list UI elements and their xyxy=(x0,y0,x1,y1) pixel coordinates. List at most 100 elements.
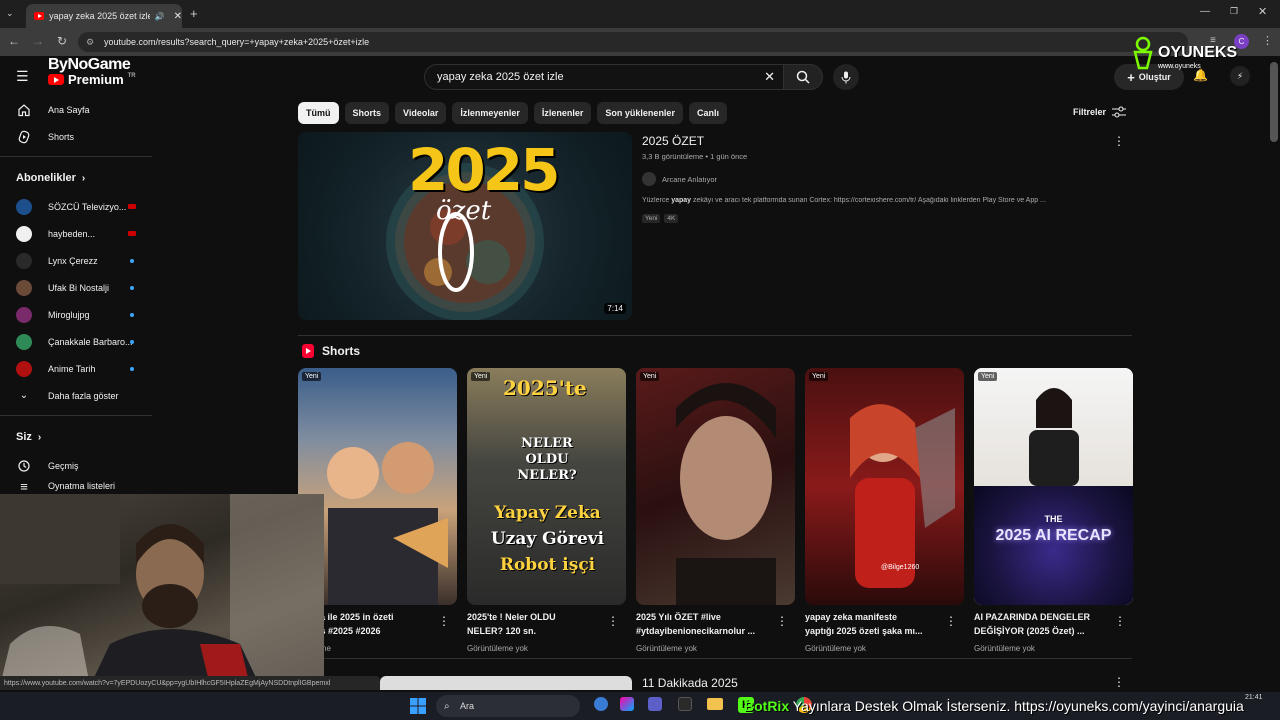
short-title-line: #ytdayibenionecikarnolur ... xyxy=(636,626,756,636)
forward-button[interactable]: → xyxy=(30,34,46,48)
short-title[interactable]: 2025 Yılı ÖZET #live #ytdayibenionecikarn… xyxy=(636,610,776,638)
short-title[interactable]: AI PAZARINDA DENGELER DEĞİŞİYOR (2025 Öze… xyxy=(974,610,1114,638)
sidebar-sub-item[interactable]: Lynx Çerezz xyxy=(0,247,152,274)
address-bar[interactable]: ⚙ youtube.com/results?search_query=+yapa… xyxy=(78,32,1188,52)
subscriptions-header[interactable]: Abonelikler › xyxy=(0,163,152,193)
audio-icon[interactable]: 🔊 xyxy=(155,12,165,21)
clear-search-icon[interactable]: ✕ xyxy=(764,69,775,85)
filter-chip[interactable]: Videolar xyxy=(395,102,447,124)
next-video-thumbnail[interactable] xyxy=(380,676,632,690)
short-more-icon[interactable]: ⋮ xyxy=(776,614,788,628)
sidebar-item-label: Shorts xyxy=(48,131,75,142)
filter-chip[interactable]: İzlenmeyenler xyxy=(452,102,528,124)
watermark-subtext: www.oyuneks xyxy=(1158,63,1201,70)
sidebar-item-shorts[interactable]: Shorts xyxy=(0,123,152,150)
new-tag: Yeni xyxy=(978,372,998,381)
tab-list-icon[interactable]: ⌄ xyxy=(6,8,14,19)
reload-button[interactable]: ↻ xyxy=(54,34,70,48)
short-5-the: THE xyxy=(1044,514,1063,524)
oyuneks-watermark: OYUNEKS www.oyuneks xyxy=(1130,36,1250,76)
next-video-title[interactable]: 11 Dakikada 2025 xyxy=(642,676,738,690)
short-card-3[interactable]: Yeni xyxy=(636,368,795,605)
taskbar-app-icon[interactable] xyxy=(594,697,608,711)
shorts-shelf-title: Shorts xyxy=(322,344,361,358)
short-more-icon[interactable]: ⋮ xyxy=(438,614,450,628)
sidebar-sub-item[interactable]: haybeden... xyxy=(0,220,152,247)
sidebar-sub-item[interactable]: SÖZCÜ Televizyo... xyxy=(0,193,152,220)
youtube-premium-logo[interactable]: Premium TR xyxy=(48,72,178,87)
sidebar-item-history[interactable]: Geçmiş xyxy=(0,452,152,479)
windows-start-icon[interactable] xyxy=(410,698,426,719)
filter-chip[interactable]: Tümü xyxy=(298,102,339,124)
clock: 21:41 xyxy=(1245,694,1263,701)
filter-chip[interactable]: Canlı xyxy=(688,102,727,124)
short-more-icon[interactable]: ⋮ xyxy=(1114,614,1126,628)
short-2-line: Yapay Zeka xyxy=(494,503,601,523)
sidebar-sub-item[interactable]: Anime Tarih xyxy=(0,355,152,382)
video-title[interactable]: 2025 ÖZET xyxy=(642,134,704,148)
new-tab-button[interactable]: + xyxy=(190,6,198,21)
video-more-actions-icon[interactable]: ⋮ xyxy=(1113,132,1125,150)
filters-button[interactable]: Filtreler xyxy=(1073,106,1127,118)
page-scrollbar[interactable] xyxy=(1270,62,1278,142)
sidebar-item-playlists[interactable]: ≡ Oynatma listeleri xyxy=(0,479,152,493)
search-icon: ⌕ xyxy=(444,700,450,712)
short-views: Görüntüleme yok xyxy=(974,644,1035,653)
filter-chip[interactable]: Son yüklenenler xyxy=(597,102,683,124)
teams-icon[interactable] xyxy=(648,697,662,711)
search-input[interactable]: yapay zeka 2025 özet izle ✕ xyxy=(424,64,784,90)
sidebar-sub-label: Anime Tarih xyxy=(48,363,96,374)
ticker-brand: BotRix xyxy=(744,698,790,714)
video-meta: 3,3 B görüntüleme • 1 gün önce xyxy=(642,152,748,161)
short-card-4[interactable]: Yeni @Bilge1260 xyxy=(805,368,964,605)
video-badges: Yeni 4K xyxy=(642,214,679,223)
voice-search-button[interactable] xyxy=(833,64,859,90)
file-explorer-icon[interactable] xyxy=(707,698,723,710)
taskbar-search[interactable]: ⌕ Ara xyxy=(436,695,580,717)
you-header[interactable]: Siz › xyxy=(0,422,152,452)
short-2-line: NELER? xyxy=(517,468,577,483)
filter-chips-bar: Tümü Shorts Videolar İzlenmeyenler İzlenenle… xyxy=(298,102,727,124)
sidebar-item-home[interactable]: Ana Sayfa xyxy=(0,96,152,123)
filters-label: Filtreler xyxy=(1073,107,1107,117)
short-3-art xyxy=(676,383,776,605)
back-button[interactable]: ← xyxy=(6,34,22,48)
browser-tab-active[interactable]: yapay zeka 2025 özet izle - 🔊 ✕ xyxy=(26,4,182,28)
tab-close-icon[interactable]: ✕ xyxy=(174,11,182,22)
close-window-button[interactable]: ✕ xyxy=(1258,5,1267,18)
hamburger-menu-icon[interactable]: ☰ xyxy=(16,68,29,85)
filter-sliders-icon xyxy=(1112,106,1127,118)
sidebar-sub-item[interactable]: Ufak Bi Nostalji xyxy=(0,274,152,301)
sidebar-sub-item[interactable]: Miroglujpg xyxy=(0,301,152,328)
sidebar-sub-label: Çanakkale Barbaro... xyxy=(48,336,133,347)
short-title-line: yapay zeka manifeste xyxy=(805,612,898,622)
short-more-icon[interactable]: ⋮ xyxy=(607,614,619,628)
short-title[interactable]: yapay zeka manifeste yaptığı 2025 özeti ş… xyxy=(805,610,945,638)
search-button[interactable] xyxy=(783,64,823,90)
browser-menu-icon[interactable]: ⋮ xyxy=(1262,34,1273,47)
copilot-icon[interactable] xyxy=(620,697,634,711)
short-5-caption: 2025 AI RECAP xyxy=(995,527,1112,544)
short-card-2[interactable]: Yeni 2025'te NELER OLDU NELER? Yapay Zek… xyxy=(467,368,626,605)
sidebar-sub-item[interactable]: Çanakkale Barbaro... xyxy=(0,328,152,355)
channel-link[interactable]: Arcane Anlatıyor xyxy=(642,172,717,186)
link-status-bar: https://www.youtube.com/watch?v=7yEPDUoz… xyxy=(0,676,380,690)
next-video-more-icon[interactable]: ⋮ xyxy=(1113,675,1125,689)
sidebar-divider xyxy=(0,415,152,416)
filter-chip[interactable]: İzlenenler xyxy=(533,102,592,124)
short-more-icon[interactable]: ⋮ xyxy=(945,614,957,628)
short-card-5[interactable]: Yeni THE 2025 AI RECAP xyxy=(974,368,1133,605)
minimize-button[interactable]: — xyxy=(1200,6,1210,17)
video-thumbnail[interactable]: 2025 özet 7:14 xyxy=(298,132,632,320)
show-more-button[interactable]: ⌄ Daha fazla göster xyxy=(0,382,152,409)
new-tag: Yeni xyxy=(471,372,491,381)
sidebar-sub-label: Lynx Çerezz xyxy=(48,255,98,266)
site-info-icon[interactable]: ⚙ xyxy=(86,37,94,48)
short-5-art xyxy=(1029,388,1079,486)
store-icon[interactable] xyxy=(678,697,692,711)
short-title[interactable]: 2025'te ! Neler OLDU NELER? 120 sn. xyxy=(467,610,607,638)
restore-button[interactable]: ❐ xyxy=(1230,6,1238,17)
filter-chip[interactable]: Shorts xyxy=(344,102,390,124)
short-title-line: AI PAZARINDA DENGELER xyxy=(974,612,1091,622)
sidebar-item-label: Ana Sayfa xyxy=(48,104,90,115)
